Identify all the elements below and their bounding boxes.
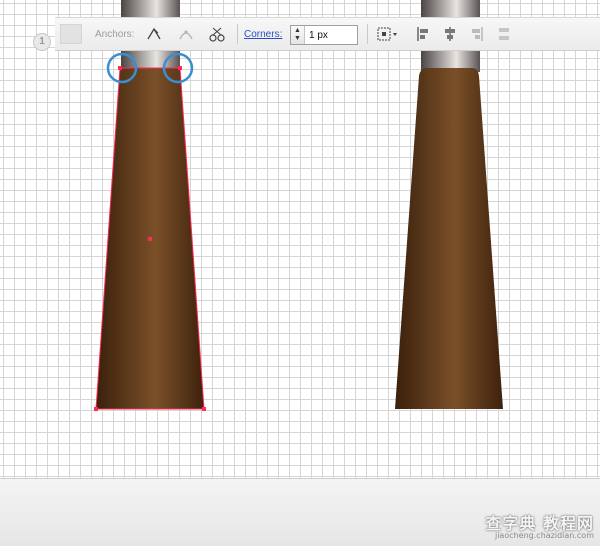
anchor-point-top-right[interactable] [178,66,182,70]
anchor-point-bottom-left[interactable] [94,407,98,411]
anchors-label: Anchors: [95,28,135,40]
stroke-swatch[interactable] [60,24,82,44]
artwork [94,0,503,411]
stepper-arrows[interactable]: ▲ ▼ [291,26,305,44]
stepper-down-icon[interactable]: ▼ [294,35,301,43]
transform-each-icon[interactable] [376,18,400,50]
toolbar-separator [237,24,238,44]
control-strip: Anchors: Corners: ▲ ▼ [55,17,600,51]
artboard-canvas[interactable]: 1 2 [0,0,600,478]
center-point [148,237,152,241]
corners-input[interactable] [305,26,357,44]
distribute-icon[interactable] [496,18,512,50]
convert-anchor-corner-icon[interactable] [145,18,163,50]
stepper-up-icon[interactable]: ▲ [294,27,301,35]
corners-label[interactable]: Corners: [244,29,282,40]
convert-anchor-smooth-icon[interactable] [177,18,195,50]
anchor-point-top-left[interactable] [118,66,122,70]
align-left-icon[interactable] [416,18,432,50]
toolbar-separator [367,24,368,44]
align-center-icon[interactable] [442,18,458,50]
watermark-sub: jiaocheng.chazidian.com [494,531,594,540]
step-badge-1: 1 [33,33,51,51]
handle-shape-right [395,68,503,409]
anchor-point-bottom-right[interactable] [202,407,206,411]
watermark-logo: 查字典 教程网 jiaocheng.chazidian.com [478,510,598,544]
align-right-icon[interactable] [468,18,484,50]
corners-stepper[interactable]: ▲ ▼ [290,25,358,45]
cut-path-icon[interactable] [207,18,227,50]
